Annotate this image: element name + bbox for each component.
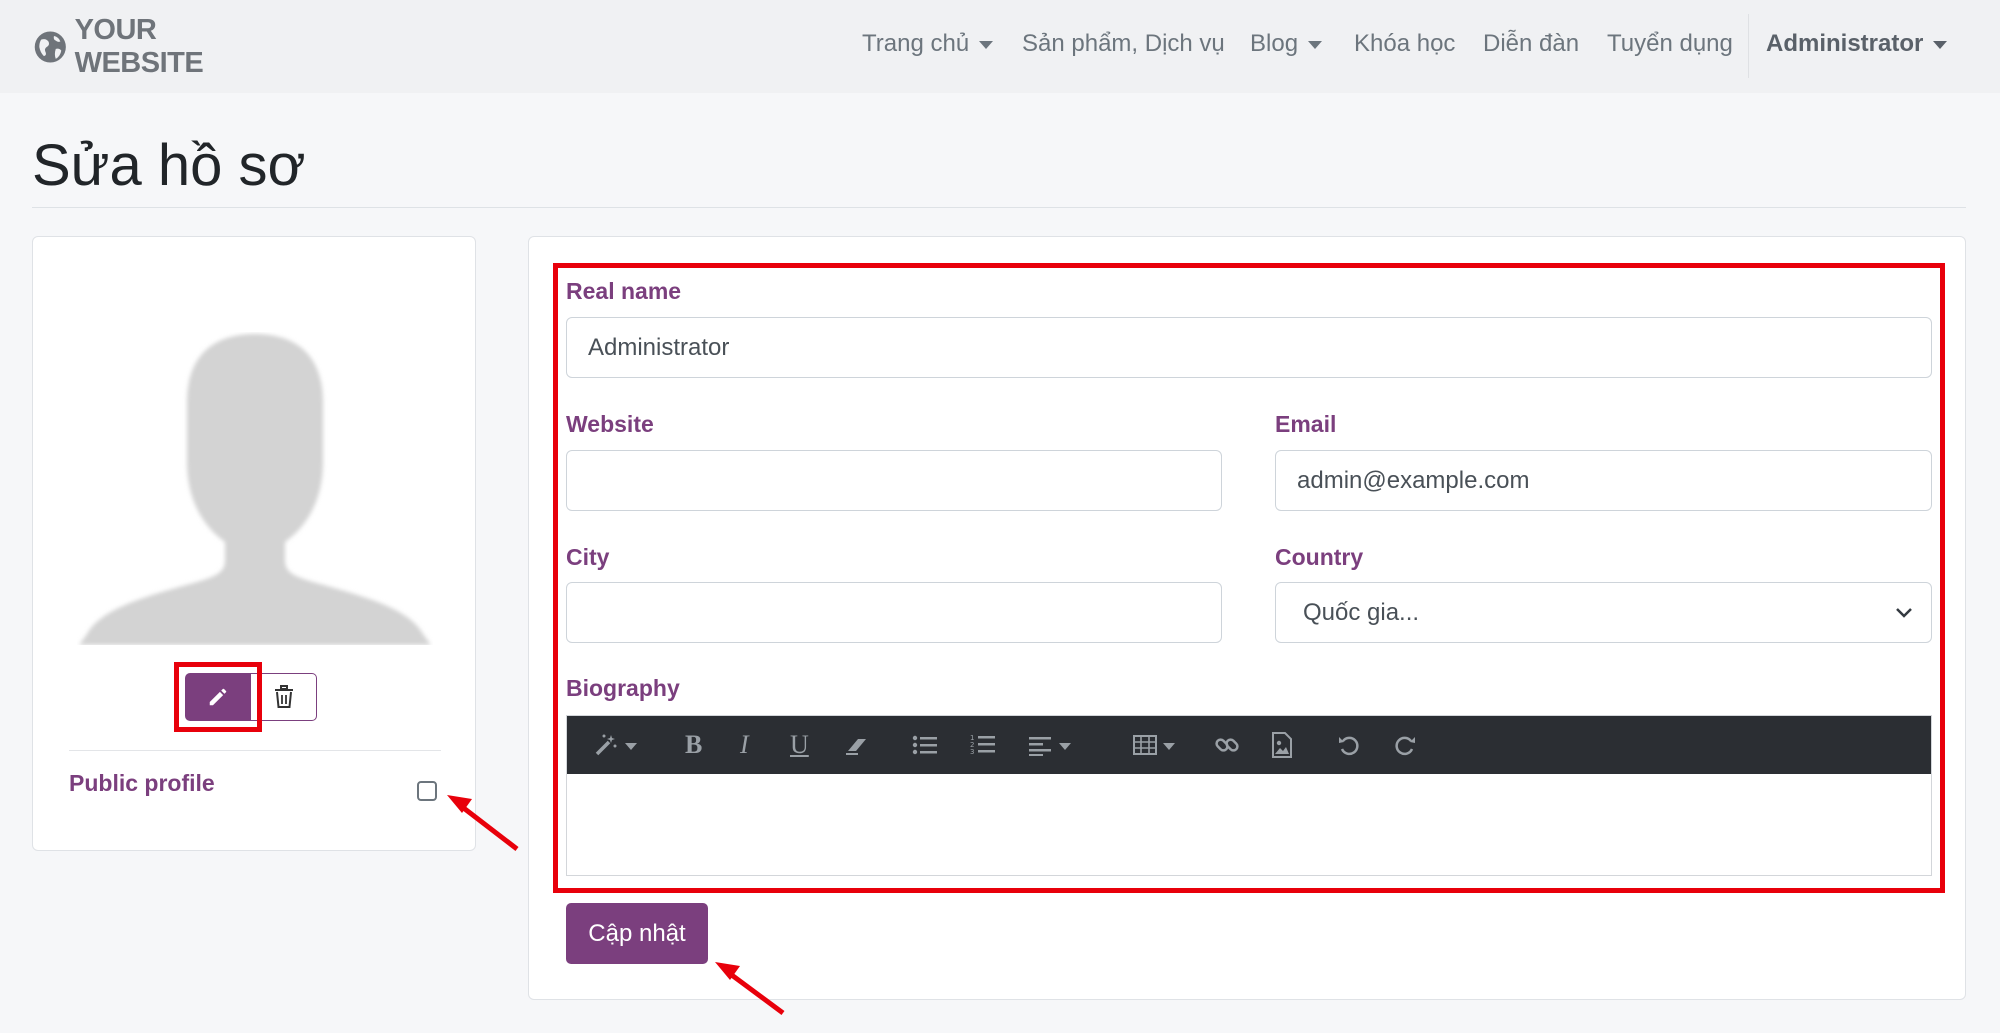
nav-item-label: Sản phẩm, Dịch vụ — [1022, 30, 1225, 57]
caret-down-icon — [1059, 742, 1071, 750]
user-menu-label: Administrator — [1766, 30, 1924, 57]
table-button[interactable] — [1133, 716, 1175, 774]
undo-icon — [1339, 736, 1359, 756]
unordered-list-icon — [912, 735, 937, 755]
nav-item-jobs[interactable]: Tuyển dụng — [1607, 30, 1733, 58]
italic-icon: I — [740, 730, 749, 759]
page-title: Sửa hồ sơ — [32, 133, 306, 198]
magic-icon — [595, 734, 617, 756]
ordered-list-button[interactable]: 1 2 3 — [970, 716, 996, 774]
nav-item-forum[interactable]: Diễn đàn — [1483, 30, 1579, 58]
top-navbar: YOUR WEBSITE Trang chủ Sản phẩm, Dịch vụ… — [0, 0, 2000, 93]
country-selected-value: Quốc gia... — [1303, 598, 1420, 626]
svg-text:3: 3 — [970, 748, 974, 756]
eraser-icon — [846, 739, 866, 755]
caret-down-icon — [1163, 742, 1175, 750]
user-menu[interactable]: Administrator — [1766, 30, 1948, 58]
nav-item-products[interactable]: Sản phẩm, Dịch vụ — [1022, 30, 1225, 58]
table-icon — [1133, 735, 1157, 755]
main-nav: Trang chủ Sản phẩm, Dịch vụ Blog Khóa họ… — [0, 0, 2000, 93]
email-label: Email — [1275, 411, 1337, 437]
image-button[interactable] — [1271, 716, 1293, 774]
nav-item-label: Diễn đàn — [1483, 30, 1580, 57]
nav-item-label: Tuyển dụng — [1607, 30, 1733, 57]
email-input[interactable] — [1275, 450, 1932, 511]
profile-card: Public profile — [32, 236, 476, 851]
align-button[interactable] — [1029, 716, 1071, 774]
biography-label: Biography — [566, 675, 680, 701]
website-label: Website — [566, 411, 654, 437]
real-name-input[interactable] — [566, 317, 1932, 378]
avatar-placeholder[interactable] — [77, 332, 433, 645]
redo-button[interactable] — [1393, 716, 1417, 774]
nav-divider — [1748, 14, 1749, 78]
caret-down-icon — [1308, 41, 1323, 49]
nav-item-blog[interactable]: Blog — [1250, 30, 1323, 58]
edit-avatar-button[interactable] — [185, 673, 251, 721]
country-select[interactable]: Quốc gia... — [1275, 582, 1932, 643]
nav-item-home[interactable]: Trang chủ — [862, 30, 994, 58]
unordered-list-button[interactable] — [912, 716, 938, 774]
pencil-icon — [209, 688, 227, 706]
website-input[interactable] — [566, 450, 1222, 511]
delete-avatar-button[interactable] — [251, 673, 317, 721]
trash-icon — [274, 685, 293, 708]
profile-form-card: Real name Website Email City Country Quố… — [528, 236, 1966, 1000]
biography-editor: B I U 1 2 3 — [566, 715, 1932, 876]
align-icon — [1029, 737, 1051, 756]
bold-icon: B — [685, 730, 703, 759]
editor-toolbar: B I U 1 2 3 — [567, 716, 1931, 774]
bold-button[interactable]: B — [685, 716, 702, 774]
title-divider — [32, 207, 1966, 208]
avatar-button-group — [185, 673, 317, 721]
image-icon — [1272, 732, 1292, 758]
nav-item-label: Blog — [1250, 30, 1299, 57]
city-input[interactable] — [566, 582, 1222, 643]
clear-format-button[interactable] — [844, 716, 872, 774]
caret-down-icon — [979, 41, 994, 49]
undo-button[interactable] — [1337, 716, 1361, 774]
underline-button[interactable]: U — [790, 716, 809, 774]
nav-item-label: Khóa học — [1354, 30, 1456, 57]
redo-icon — [1395, 736, 1415, 756]
chevron-down-icon — [1896, 608, 1912, 618]
link-icon — [1215, 738, 1239, 752]
underline-icon: U — [790, 730, 809, 759]
city-label: City — [566, 544, 610, 570]
nav-item-courses[interactable]: Khóa học — [1354, 30, 1455, 58]
country-label: Country — [1275, 544, 1364, 570]
card-divider — [69, 750, 441, 751]
update-button[interactable]: Cập nhật — [566, 903, 708, 964]
real-name-label: Real name — [566, 278, 682, 304]
italic-button[interactable]: I — [740, 716, 749, 774]
public-profile-checkbox[interactable] — [417, 781, 437, 801]
caret-down-icon — [625, 742, 637, 750]
public-profile-label: Public profile — [69, 770, 215, 796]
nav-item-label: Trang chủ — [862, 30, 970, 57]
caret-down-icon — [1933, 41, 1948, 49]
style-button[interactable] — [593, 716, 637, 774]
ordered-list-icon: 1 2 3 — [970, 734, 995, 756]
biography-textarea[interactable] — [567, 774, 1931, 875]
link-button[interactable] — [1214, 716, 1240, 774]
